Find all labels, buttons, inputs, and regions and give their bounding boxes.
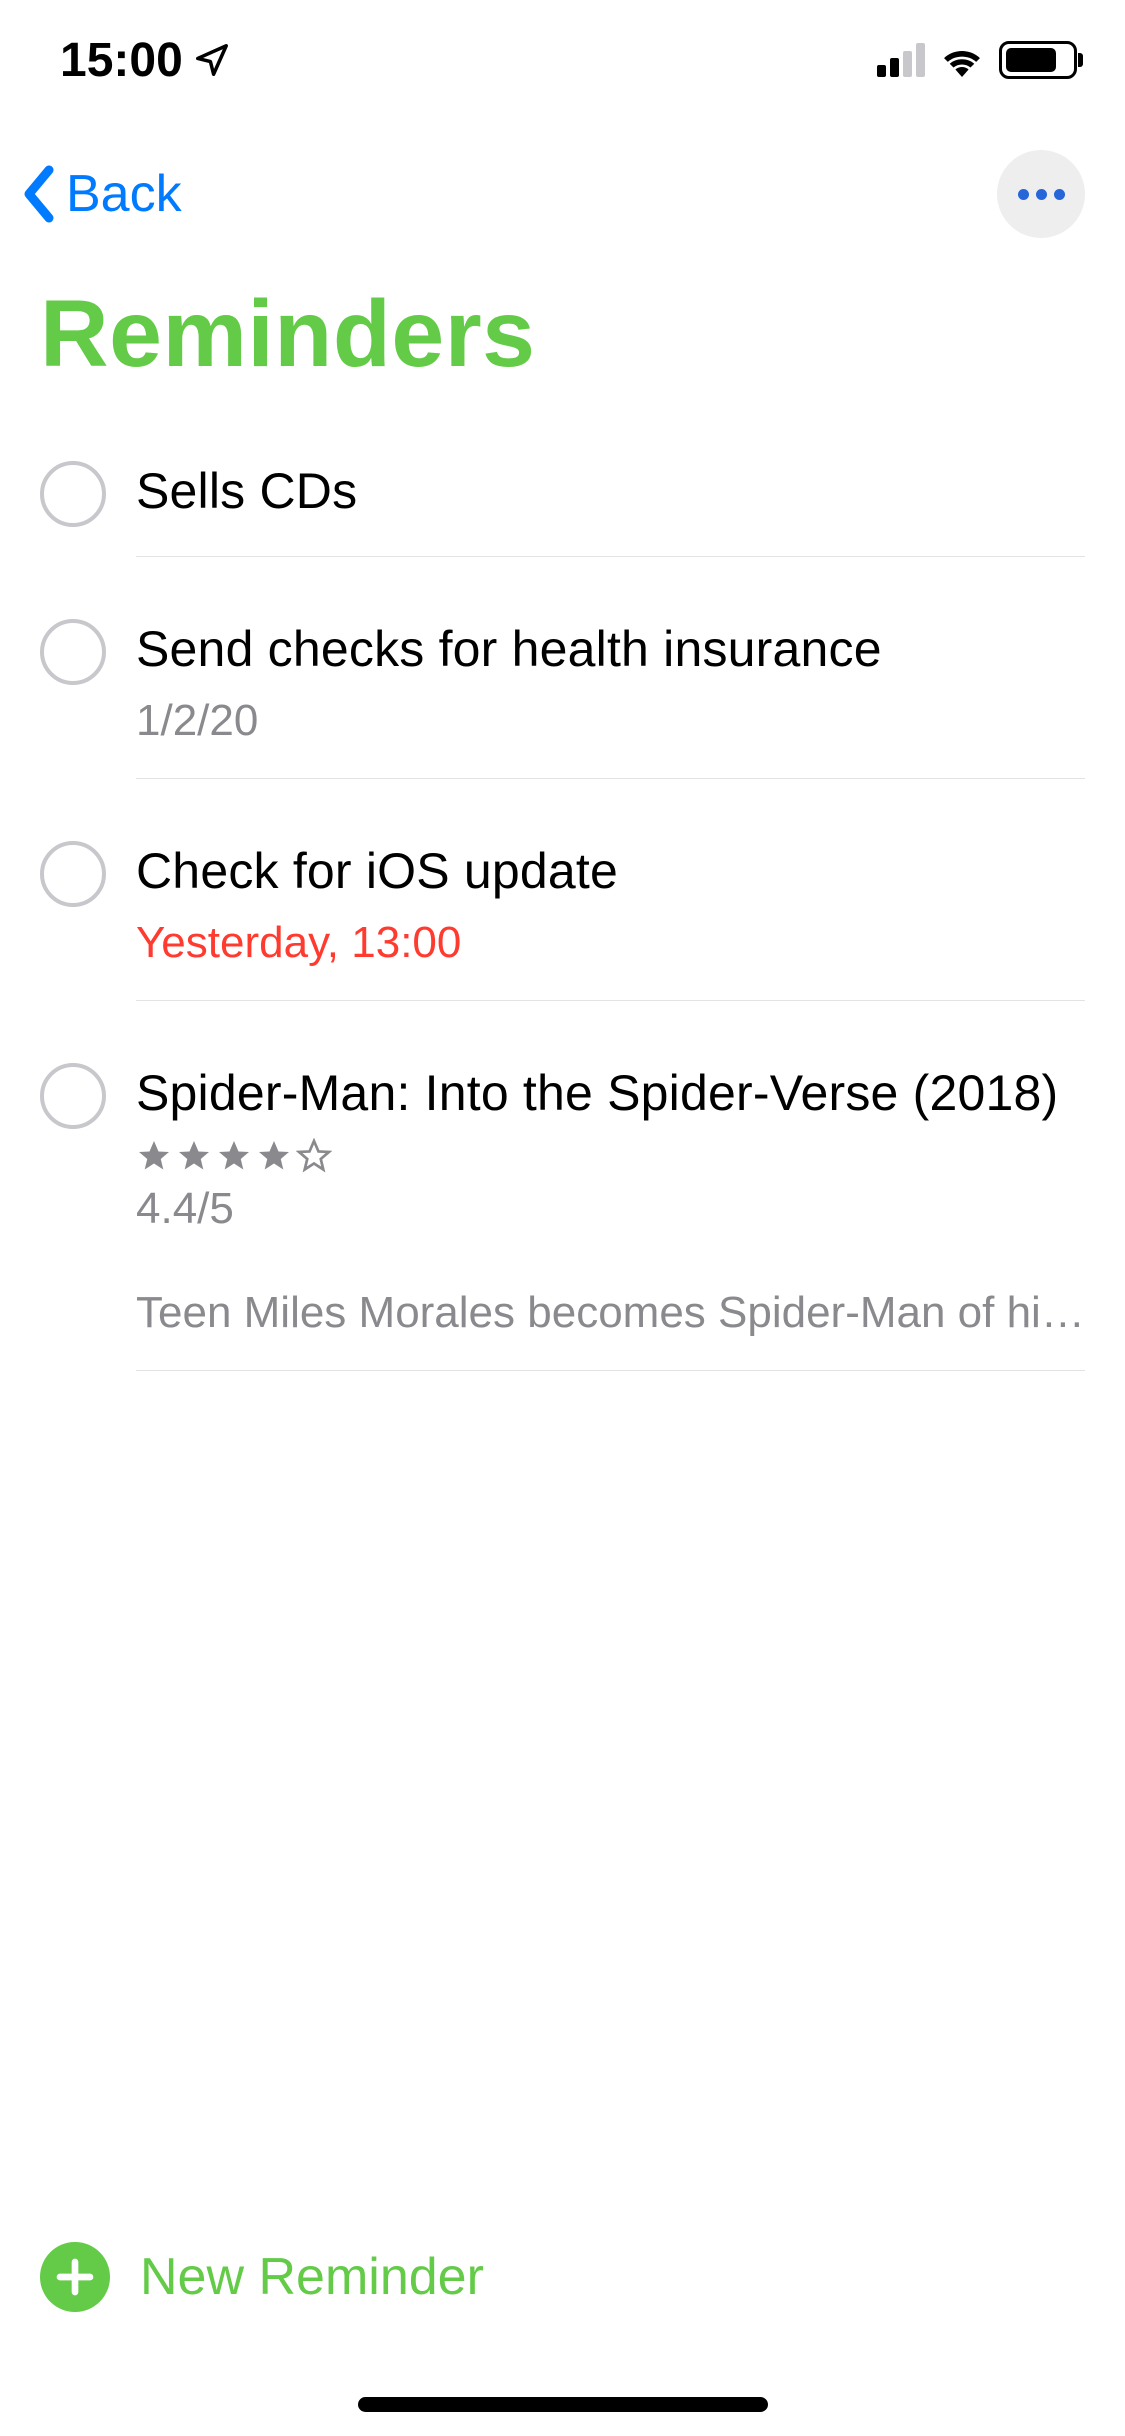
wifi-icon — [939, 43, 985, 77]
reminder-item[interactable]: Check for iOS update Yesterday, 13:00 — [40, 809, 1125, 1031]
plus-circle-icon — [40, 2242, 110, 2312]
cellular-signal-icon — [877, 43, 925, 77]
star-filled-icon — [256, 1138, 292, 1174]
status-indicators — [877, 41, 1077, 79]
reminder-title: Sells CDs — [136, 459, 1085, 524]
reminder-item[interactable]: Spider-Man: Into the Spider-Verse (2018)… — [40, 1031, 1125, 1401]
reminder-checkbox[interactable] — [40, 841, 106, 907]
star-empty-icon — [296, 1138, 332, 1174]
reminder-checkbox[interactable] — [40, 461, 106, 527]
reminder-title: Spider-Man: Into the Spider-Verse (2018) — [136, 1061, 1085, 1126]
reminder-rating: 4.4/5 — [136, 1184, 1085, 1234]
status-bar: 15:00 — [0, 0, 1125, 100]
battery-icon — [999, 41, 1077, 79]
reminder-stars — [136, 1138, 1085, 1174]
reminder-title: Check for iOS update — [136, 839, 1085, 904]
status-time: 15:00 — [60, 33, 231, 88]
time-text: 15:00 — [60, 33, 183, 88]
home-indicator[interactable] — [358, 2397, 768, 2412]
star-filled-icon — [216, 1138, 252, 1174]
star-filled-icon — [136, 1138, 172, 1174]
page-title: Reminders — [0, 268, 1125, 429]
reminder-title: Send checks for health insurance — [136, 617, 1085, 682]
reminders-list: Sells CDs Send checks for health insuran… — [0, 429, 1125, 1401]
reminder-checkbox[interactable] — [40, 619, 106, 685]
back-label: Back — [66, 164, 182, 224]
new-reminder-button[interactable]: New Reminder — [40, 2242, 484, 2312]
reminder-description: Teen Miles Morales becomes Spider-Man of… — [136, 1288, 1085, 1338]
more-button[interactable] — [997, 150, 1085, 238]
location-icon — [193, 41, 231, 79]
nav-bar: Back — [0, 100, 1125, 268]
reminder-date-overdue: Yesterday, 13:00 — [136, 918, 1085, 968]
chevron-left-icon — [20, 164, 58, 224]
more-dots-icon — [1018, 189, 1029, 200]
reminder-item[interactable]: Send checks for health insurance 1/2/20 — [40, 587, 1125, 809]
reminder-checkbox[interactable] — [40, 1063, 106, 1129]
reminder-item[interactable]: Sells CDs — [40, 429, 1125, 587]
reminder-date: 1/2/20 — [136, 696, 1085, 746]
new-reminder-label: New Reminder — [140, 2247, 484, 2307]
star-filled-icon — [176, 1138, 212, 1174]
back-button[interactable]: Back — [20, 164, 182, 224]
